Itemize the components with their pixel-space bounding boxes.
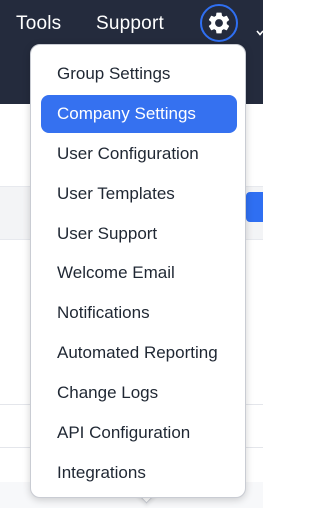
menu-item-change-logs[interactable]: Change Logs [41,374,237,412]
menu-item-user-templates[interactable]: User Templates [41,175,237,213]
menu-item-user-support[interactable]: User Support [41,215,237,253]
menu-item-notifications[interactable]: Notifications [41,294,237,332]
menu-item-welcome-email[interactable]: Welcome Email [41,254,237,292]
menu-item-group-settings[interactable]: Group Settings [41,55,237,93]
menu-item-api-configuration[interactable]: API Configuration [41,414,237,452]
menu-item-integrations[interactable]: Integrations [41,454,237,492]
settings-button[interactable] [200,4,238,42]
chevron-down-icon[interactable] [256,24,264,36]
nav-support-link[interactable]: Support [96,12,164,36]
menu-item-company-settings[interactable]: Company Settings [41,95,237,133]
background-action-button[interactable] [246,192,263,222]
menu-item-user-configuration[interactable]: User Configuration [41,135,237,173]
gear-icon [206,10,232,36]
nav-tools-link[interactable]: Tools [16,12,61,36]
menu-item-automated-reporting[interactable]: Automated Reporting [41,334,237,372]
settings-dropdown-menu: Group Settings Company Settings User Con… [30,44,246,498]
